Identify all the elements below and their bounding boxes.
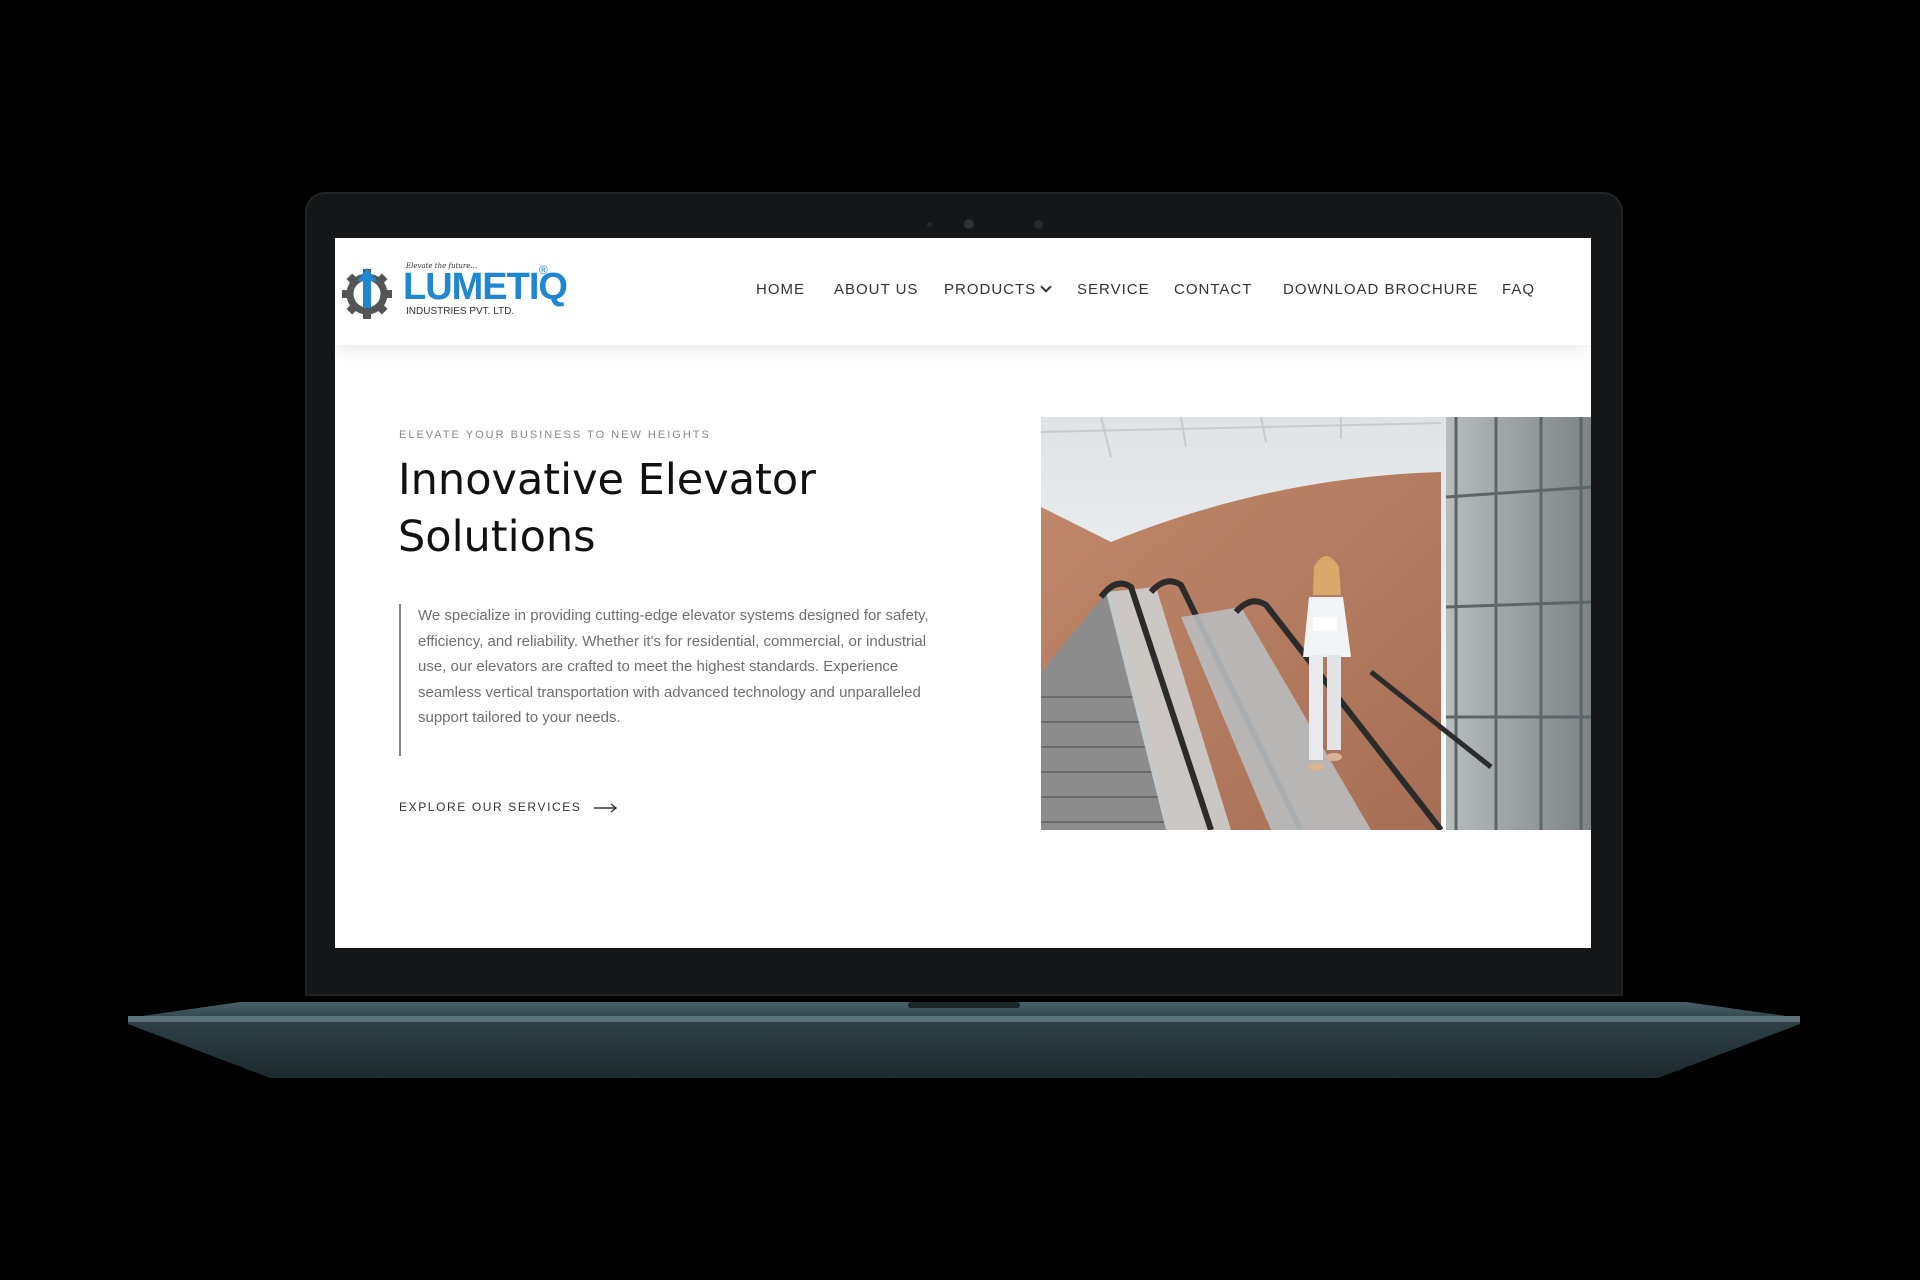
- hero-title: Innovative Elevator Solutions: [398, 452, 898, 566]
- hero-description: We specialize in providing cutting-edge …: [418, 607, 929, 726]
- nav-faq[interactable]: FAQ: [1502, 281, 1535, 298]
- nav-download-brochure[interactable]: DOWNLOAD BROCHURE: [1283, 281, 1478, 298]
- laptop-base: [128, 1002, 1800, 1078]
- main-nav: HOME ABOUT US PRODUCTS SERVICE CONTACT D…: [335, 238, 1591, 345]
- hero-eyebrow: ELEVATE YOUR BUSINESS TO NEW HEIGHTS: [399, 429, 711, 441]
- hero-title-line-2: Solutions: [398, 512, 596, 562]
- webcam-icon: [964, 219, 974, 229]
- site-header: Elevate the future... LUMETIQ ® INDUSTRI…: [335, 238, 1591, 345]
- quote-divider: [399, 604, 401, 756]
- nav-contact[interactable]: CONTACT: [1174, 281, 1252, 298]
- explore-services-link[interactable]: EXPLORE OUR SERVICES: [399, 800, 618, 814]
- nav-service[interactable]: SERVICE: [1077, 281, 1150, 298]
- nav-products-label: PRODUCTS: [944, 281, 1037, 298]
- escalator-photo: [1041, 417, 1591, 830]
- nav-home[interactable]: HOME: [756, 281, 805, 298]
- explore-services-label: EXPLORE OUR SERVICES: [399, 800, 582, 814]
- camera-sensor-icon: [927, 222, 932, 227]
- light-sensor-icon: [1034, 220, 1043, 229]
- nav-about-us[interactable]: ABOUT US: [834, 281, 918, 298]
- browser-viewport: Elevate the future... LUMETIQ ® INDUSTRI…: [335, 238, 1591, 948]
- chevron-down-icon: [1040, 281, 1052, 293]
- hero-title-line-1: Innovative Elevator: [398, 455, 816, 505]
- nav-products[interactable]: PRODUCTS: [944, 281, 1052, 298]
- arrow-right-icon: [594, 803, 618, 813]
